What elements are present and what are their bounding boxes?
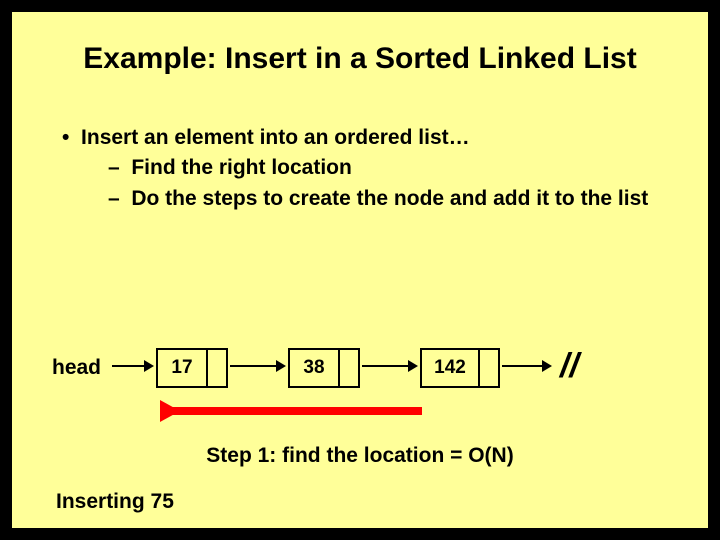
node-1: 17	[156, 348, 228, 388]
node-3-value: 142	[422, 350, 478, 386]
null-symbol: //	[560, 348, 579, 384]
linked-list-diagram: head 17 38 142 //	[52, 348, 692, 404]
bullet-sub2: – Do the steps to create the node and ad…	[108, 185, 668, 213]
node-1-value: 17	[158, 350, 206, 386]
node-3: 142	[420, 348, 500, 388]
node-2-value: 38	[290, 350, 338, 386]
step-caption: Step 1: find the location = O(N)	[12, 444, 708, 468]
bullet-sub2-text: Do the steps to create the node and add …	[131, 187, 648, 210]
arrow-head-to-node1	[112, 365, 152, 367]
node-1-pointer	[206, 350, 226, 386]
traversal-arrow-icon	[160, 404, 440, 418]
bullet-main: • Insert an element into an ordered list…	[62, 124, 668, 152]
arrow-node1-to-node2	[230, 365, 284, 367]
slide-title: Example: Insert in a Sorted Linked List	[12, 42, 708, 76]
inserting-label: Inserting 75	[56, 490, 174, 514]
arrow-node3-to-null	[502, 365, 550, 367]
slide: Example: Insert in a Sorted Linked List …	[12, 12, 708, 528]
arrow-node2-to-node3	[362, 365, 416, 367]
node-2-pointer	[338, 350, 358, 386]
bullet-list: • Insert an element into an ordered list…	[12, 124, 708, 213]
head-label: head	[52, 356, 101, 380]
bullet-main-text: Insert an element into an ordered list…	[81, 126, 470, 149]
bullet-sub1-text: Find the right location	[131, 156, 351, 179]
bullet-sub1: – Find the right location	[108, 154, 668, 182]
node-3-pointer	[478, 350, 498, 386]
node-2: 38	[288, 348, 360, 388]
